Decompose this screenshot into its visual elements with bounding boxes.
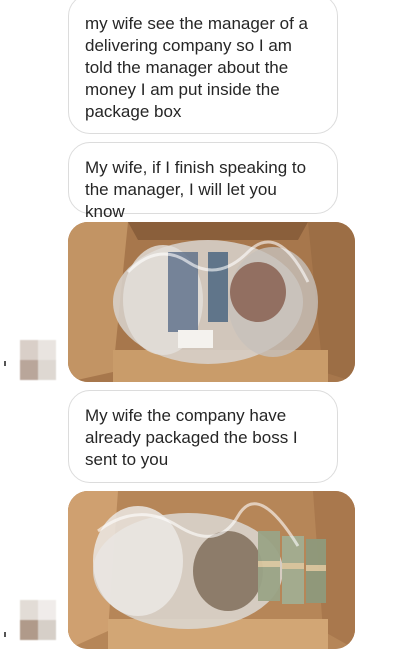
- package-box-with-money-photo[interactable]: [68, 491, 355, 649]
- message-text: My wife, if I finish speaking to the man…: [85, 158, 307, 221]
- message-bubble[interactable]: My wife the company have already package…: [68, 390, 338, 483]
- message-text: My wife the company have already package…: [85, 406, 298, 469]
- message-bubble[interactable]: my wife see the manager of a delivering …: [68, 0, 338, 134]
- read-marker: [4, 632, 6, 637]
- read-marker: [4, 361, 6, 366]
- package-box-money-image: [68, 491, 355, 649]
- avatar[interactable]: [20, 600, 56, 640]
- avatar[interactable]: [20, 340, 56, 380]
- package-box-photo[interactable]: [68, 222, 355, 382]
- package-box-image: [68, 222, 355, 382]
- message-text: my wife see the manager of a delivering …: [85, 14, 309, 121]
- message-bubble[interactable]: My wife, if I finish speaking to the man…: [68, 142, 338, 221]
